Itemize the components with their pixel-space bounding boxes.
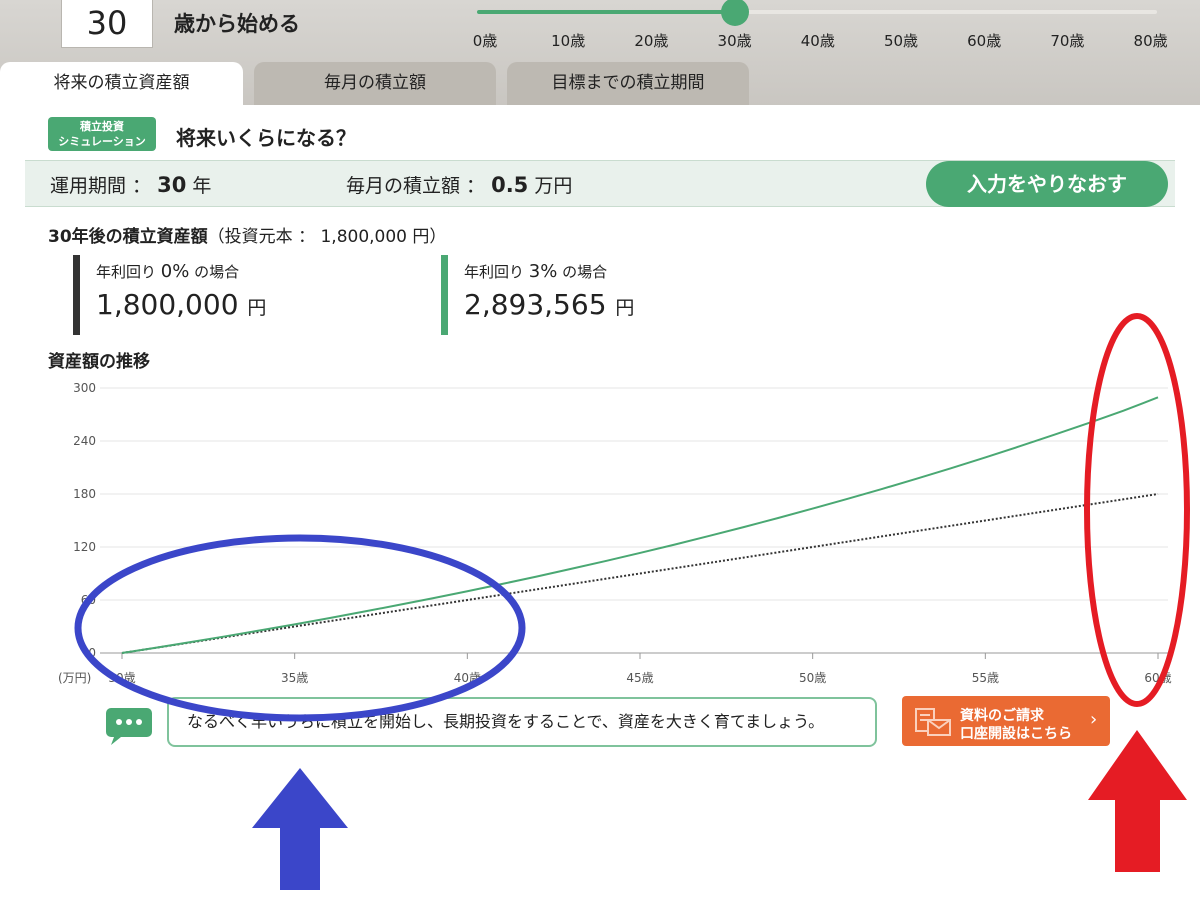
age-tick-label: 30歳 [717, 32, 752, 50]
simulation-badge: 積立投資 シミュレーション [48, 117, 156, 151]
period-label: 運用期間 ： [50, 175, 152, 197]
amount: 1,800,000 [96, 288, 239, 321]
y-tick-label: 180 [73, 487, 96, 501]
age-input[interactable]: 30 [61, 0, 153, 48]
advice-message: なるべく早いうちに積立を開始し、長期投資をすることで、資産を大きく育てましょう。 [167, 697, 877, 747]
x-tick-label: 60歳 [1144, 671, 1171, 685]
age-slider-fill [477, 10, 735, 14]
age-suffix-label: 歳から始める [174, 12, 300, 36]
x-tick-label: 40歳 [454, 671, 481, 685]
y-tick-label: 0 [88, 646, 96, 660]
period-value: 30 [157, 173, 187, 197]
label-pre: 年利回り [96, 263, 161, 281]
red-arrow-icon [1088, 730, 1187, 872]
x-tick-label: 55歳 [972, 671, 999, 685]
label-pre: 年利回り [464, 263, 529, 281]
age-tick-label: 50歳 [883, 32, 919, 50]
monthly-unit: 万円 [534, 175, 573, 197]
series-line-0pct [121, 493, 1159, 654]
result-heading: 30年後の積立資産額（投資元本 ： 1,800,000 円） [48, 222, 446, 247]
redo-input-button[interactable]: 入力をやりなおす [926, 161, 1168, 207]
result-heading-principal: （投資元本 ： 1,800,000 円） [207, 227, 447, 247]
age-tick-label: 10歳 [551, 32, 586, 50]
blue-arrow-icon [252, 768, 348, 890]
cta-line1: 資料のご請求 [960, 708, 1044, 724]
tab-future-assets[interactable]: 将来の積立資産額 [0, 62, 243, 105]
result-card-3pct: 年利回り 3% の場合 2,893,565 円 [441, 255, 741, 335]
result-card-value: 2,893,565 円 [464, 288, 741, 321]
section-title: 将来いくらになる？ [176, 126, 356, 150]
series-line-3pct [121, 396, 1159, 654]
age-tick-label: 0歳 [472, 32, 498, 50]
x-tick-label: 45歳 [626, 671, 653, 685]
result-card-label: 年利回り 3% の場合 [464, 261, 741, 282]
y-tick-label: 240 [73, 434, 96, 448]
label-post: の場合 [189, 263, 240, 281]
y-unit-label: (万円) [58, 671, 91, 685]
result-card-0pct: 年利回り 0% の場合 1,800,000 円 [73, 255, 373, 335]
age-tick-label: 70歳 [1050, 32, 1085, 50]
badge-line2: シミュレーション [58, 135, 146, 148]
amount-unit: 円 [615, 297, 635, 319]
tab-monthly-amount[interactable]: 毎月の積立額 [254, 62, 496, 105]
amount-unit: 円 [247, 297, 267, 319]
result-heading-bold: 30年後の積立資産額 [48, 227, 208, 247]
age-tick-label: 80歳 [1133, 32, 1168, 50]
monthly-value: 0.5 [491, 173, 529, 197]
result-card-value: 1,800,000 円 [96, 288, 373, 321]
monthly-label: 毎月の積立額 ： [346, 175, 486, 197]
y-tick-label: 60 [81, 593, 96, 607]
x-tick-label: 30歳 [108, 671, 135, 685]
label-post: の場合 [557, 263, 608, 281]
age-tick-label: 20歳 [634, 32, 669, 50]
age-tick-label: 40歳 [800, 32, 835, 50]
rate-percent: 3% [528, 261, 558, 282]
result-card-label: 年利回り 0% の場合 [96, 261, 373, 282]
chart-title: 資産額の推移 [48, 352, 150, 372]
request-documents-button[interactable]: 資料のご請求 口座開設はこちら › [902, 696, 1110, 746]
document-mail-icon [915, 708, 951, 736]
period-unit: 年 [192, 175, 212, 197]
cta-line2: 口座開設はこちら [960, 726, 1072, 742]
rate-percent: 0% [160, 261, 190, 282]
chevron-right-icon: › [1090, 709, 1098, 730]
x-tick-label: 35歳 [281, 671, 308, 685]
chat-bubble-icon [106, 708, 152, 745]
x-tick-label: 50歳 [799, 671, 826, 685]
y-tick-label: 120 [73, 540, 96, 554]
badge-line1: 積立投資 [80, 120, 124, 133]
y-tick-label: 300 [73, 381, 96, 395]
asset-growth-chart: 0 60 120 180 240 300 (万円) 30歳 35歳 40歳 45歳 50歳 55歳 60歳 [58, 381, 1172, 685]
age-tick-label: 60歳 [967, 32, 1002, 50]
amount: 2,893,565 [464, 288, 607, 321]
period-summary: 運用期間 ： 30 年 [50, 171, 211, 198]
monthly-summary: 毎月の積立額 ： 0.5 万円 [346, 171, 572, 198]
tab-saving-period[interactable]: 目標までの積立期間 [507, 62, 749, 105]
